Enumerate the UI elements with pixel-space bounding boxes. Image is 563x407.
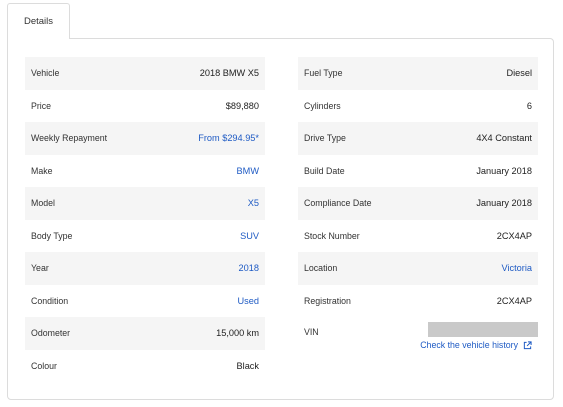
detail-row-price: Price $89,880 bbox=[25, 90, 265, 123]
detail-value: Black bbox=[236, 360, 259, 371]
condition-link[interactable]: Used bbox=[238, 296, 259, 306]
detail-row-compliance-date: Compliance Date January 2018 bbox=[298, 187, 538, 220]
detail-value: January 2018 bbox=[476, 165, 532, 176]
detail-row-year: Year 2018 bbox=[25, 252, 265, 285]
detail-label: Colour bbox=[31, 360, 57, 371]
detail-label: Price bbox=[31, 100, 52, 111]
tab-details-label: Details bbox=[23, 16, 54, 27]
detail-value: 6 bbox=[526, 100, 532, 111]
detail-row-vin: VIN Check the vehicle history bbox=[298, 317, 538, 382]
detail-label: Vehicle bbox=[31, 68, 60, 79]
detail-value: 2018 BMW X5 bbox=[199, 68, 259, 79]
detail-row-model: Model X5 bbox=[25, 187, 265, 220]
detail-value: 4X4 Constant bbox=[476, 133, 532, 144]
detail-label: Drive Type bbox=[304, 133, 346, 144]
detail-row-build-date: Build Date January 2018 bbox=[298, 155, 538, 188]
details-right-column: Fuel Type Diesel Cylinders 6 Drive Type … bbox=[298, 57, 538, 382]
location-link[interactable]: Victoria bbox=[502, 263, 532, 273]
detail-label: Weekly Repayment bbox=[31, 133, 108, 144]
detail-value: $89,880 bbox=[225, 100, 259, 111]
detail-row-odometer: Odometer 15,000 km bbox=[25, 317, 265, 350]
detail-value: 2CX4AP bbox=[496, 295, 532, 306]
detail-row-condition: Condition Used bbox=[25, 285, 265, 318]
detail-row-stock-number: Stock Number 2CX4AP bbox=[298, 220, 538, 253]
tab-details[interactable]: Details bbox=[7, 3, 70, 39]
detail-row-location: Location Victoria bbox=[298, 252, 538, 285]
detail-row-colour: Colour Black bbox=[25, 350, 265, 383]
detail-value: 2CX4AP bbox=[496, 230, 532, 241]
detail-row-registration: Registration 2CX4AP bbox=[298, 285, 538, 318]
detail-label: Location bbox=[304, 263, 338, 274]
detail-row-vehicle: Vehicle 2018 BMW X5 bbox=[25, 57, 265, 90]
detail-label: Body Type bbox=[31, 230, 73, 241]
detail-label: Make bbox=[31, 165, 53, 176]
detail-value: Diesel bbox=[506, 68, 532, 79]
details-left-column: Vehicle 2018 BMW X5 Price $89,880 Weekly… bbox=[25, 57, 265, 382]
detail-label: Cylinders bbox=[304, 100, 341, 111]
external-link-icon bbox=[523, 340, 532, 349]
detail-row-body-type: Body Type SUV bbox=[25, 220, 265, 253]
detail-value: 15,000 km bbox=[216, 328, 259, 339]
detail-label: Fuel Type bbox=[304, 68, 343, 79]
vin-redacted-value bbox=[428, 322, 538, 337]
model-link[interactable]: X5 bbox=[248, 198, 259, 208]
body-type-link[interactable]: SUV bbox=[240, 231, 259, 241]
weekly-repayment-link[interactable]: From $294.95* bbox=[198, 133, 259, 143]
year-link[interactable]: 2018 bbox=[239, 263, 259, 273]
detail-value: January 2018 bbox=[476, 198, 532, 209]
detail-label: Model bbox=[31, 198, 55, 209]
detail-label: Odometer bbox=[31, 328, 71, 339]
detail-label: Year bbox=[31, 263, 49, 274]
detail-row-cylinders: Cylinders 6 bbox=[298, 90, 538, 123]
detail-row-fuel-type: Fuel Type Diesel bbox=[298, 57, 538, 90]
detail-label: Build Date bbox=[304, 165, 345, 176]
detail-row-weekly-repayment: Weekly Repayment From $294.95* bbox=[25, 122, 265, 155]
detail-label: Compliance Date bbox=[304, 198, 372, 209]
detail-label: Condition bbox=[31, 295, 69, 306]
vin-label: VIN bbox=[304, 327, 319, 337]
check-vehicle-history-link[interactable]: Check the vehicle history bbox=[420, 340, 532, 350]
detail-label: Stock Number bbox=[304, 230, 360, 241]
detail-row-drive-type: Drive Type 4X4 Constant bbox=[298, 122, 538, 155]
details-panel: Vehicle 2018 BMW X5 Price $89,880 Weekly… bbox=[7, 38, 554, 400]
check-vehicle-history-label: Check the vehicle history bbox=[420, 340, 518, 350]
make-link[interactable]: BMW bbox=[237, 166, 259, 176]
detail-row-make: Make BMW bbox=[25, 155, 265, 188]
detail-label: Registration bbox=[304, 295, 351, 306]
